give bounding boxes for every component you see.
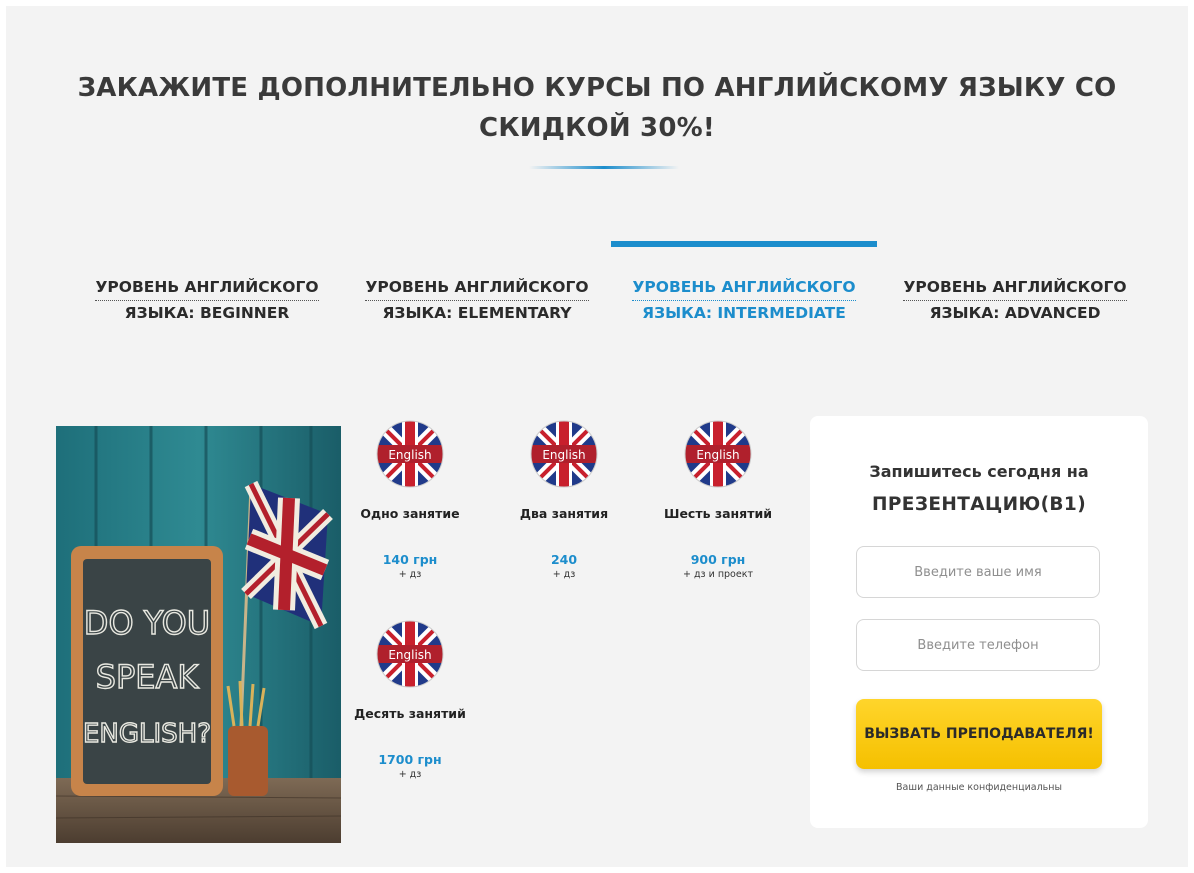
- page-title: ЗАКАЖИТЕ ДОПОЛНИТЕЛЬНО КУРСЫ ПО АНГЛИЙСК…: [6, 68, 1188, 148]
- level-tabs: УРОВЕНЬ АНГЛИЙСКОГО ЯЗЫКА: BEGINNER УРОВ…: [74, 241, 1154, 331]
- course-card-3[interactable]: English Шесть занятий 900 грн + дз и про…: [643, 420, 793, 580]
- uk-flag-icon: English: [530, 420, 598, 488]
- tab-intermediate-label-2: ЯЗЫКА: INTERMEDIATE: [642, 304, 846, 322]
- tab-beginner-label-2: ЯЗЫКА: BEGINNER: [124, 304, 290, 322]
- page-title-line-2: СКИДКОЙ 30%!: [479, 113, 715, 143]
- tab-intermediate[interactable]: УРОВЕНЬ АНГЛИЙСКОГО ЯЗЫКА: INTERMEDIATE: [611, 241, 877, 331]
- call-teacher-button[interactable]: ВЫЗВАТЬ ПРЕПОДАВАТЕЛЯ!: [856, 699, 1102, 769]
- course-price: 1700 грн: [378, 752, 442, 767]
- course-name: Одно занятие: [360, 506, 460, 521]
- page-frame: ЗАКАЖИТЕ ДОПОЛНИТЕЛЬНО КУРСЫ ПО АНГЛИЙСК…: [6, 6, 1188, 867]
- course-name: Шесть занятий: [664, 506, 772, 521]
- tab-advanced-label-2: ЯЗЫКА: ADVANCED: [929, 304, 1101, 322]
- course-price: 240: [550, 552, 578, 567]
- tab-beginner-label-1: УРОВЕНЬ АНГЛИЙСКОГО: [95, 275, 319, 301]
- course-card-1[interactable]: English Одно занятие 140 грн + дз: [335, 420, 485, 580]
- course-price: 900 грн: [690, 552, 746, 567]
- tab-elementary-label-2: ЯЗЫКА: ELEMENTARY: [382, 304, 572, 322]
- course-note: + дз: [398, 769, 422, 780]
- chalkboard-line-1: DO YOU: [84, 604, 210, 642]
- privacy-note: Ваши данные конфиденциальны: [896, 782, 1062, 793]
- uk-flag-icon: English: [376, 620, 444, 688]
- tab-advanced[interactable]: УРОВЕНЬ АНГЛИЙСКОГО ЯЗЫКА: ADVANCED: [882, 241, 1148, 331]
- chalkboard-line-2: SPEAK: [96, 658, 200, 696]
- chalkboard-line-3: ENGLISH?: [83, 719, 211, 749]
- signup-form: Запишитесь сегодня на ПРЕЗЕНТАЦИЮ(B1) ВЫ…: [810, 416, 1148, 828]
- uk-flag-photo-icon: [241, 480, 333, 630]
- tab-intermediate-label-1: УРОВЕНЬ АНГЛИЙСКОГО: [632, 275, 856, 301]
- page-title-line-1: ЗАКАЖИТЕ ДОПОЛНИТЕЛЬНО КУРСЫ ПО АНГЛИЙСК…: [77, 73, 1117, 103]
- phone-input[interactable]: [856, 619, 1100, 671]
- uk-flag-icon: English: [684, 420, 752, 488]
- tab-elementary[interactable]: УРОВЕНЬ АНГЛИЙСКОГО ЯЗЫКА: ELEMENTARY: [344, 241, 610, 331]
- form-subheading: ПРЕЗЕНТАЦИЮ(B1): [871, 494, 1087, 515]
- title-divider: [529, 166, 679, 169]
- course-name: Два занятия: [519, 506, 609, 521]
- flag-label: English: [388, 448, 431, 462]
- course-note: + дз: [398, 569, 422, 580]
- course-card-2[interactable]: English Два занятия 240 + дз: [489, 420, 639, 580]
- course-price: 140 грн: [382, 552, 438, 567]
- course-card-4[interactable]: English Десять занятий 1700 грн + дз: [335, 620, 485, 780]
- course-note: + дз: [552, 569, 576, 580]
- chalkboard-photo: DO YOU SPEAK ENGLISH?: [56, 426, 341, 843]
- tab-beginner[interactable]: УРОВЕНЬ АНГЛИЙСКОГО ЯЗЫКА: BEGINNER: [74, 241, 340, 331]
- course-note: + дз и проект: [683, 569, 753, 580]
- course-name: Десять занятий: [354, 706, 466, 721]
- name-input[interactable]: [856, 546, 1100, 598]
- tab-elementary-label-1: УРОВЕНЬ АНГЛИЙСКОГО: [365, 275, 589, 301]
- form-heading: Запишитесь сегодня на: [869, 462, 1089, 481]
- flag-label: English: [542, 448, 585, 462]
- flag-label: English: [388, 648, 431, 662]
- uk-flag-icon: English: [376, 420, 444, 488]
- flag-label: English: [696, 448, 739, 462]
- tab-advanced-label-1: УРОВЕНЬ АНГЛИЙСКОГО: [903, 275, 1127, 301]
